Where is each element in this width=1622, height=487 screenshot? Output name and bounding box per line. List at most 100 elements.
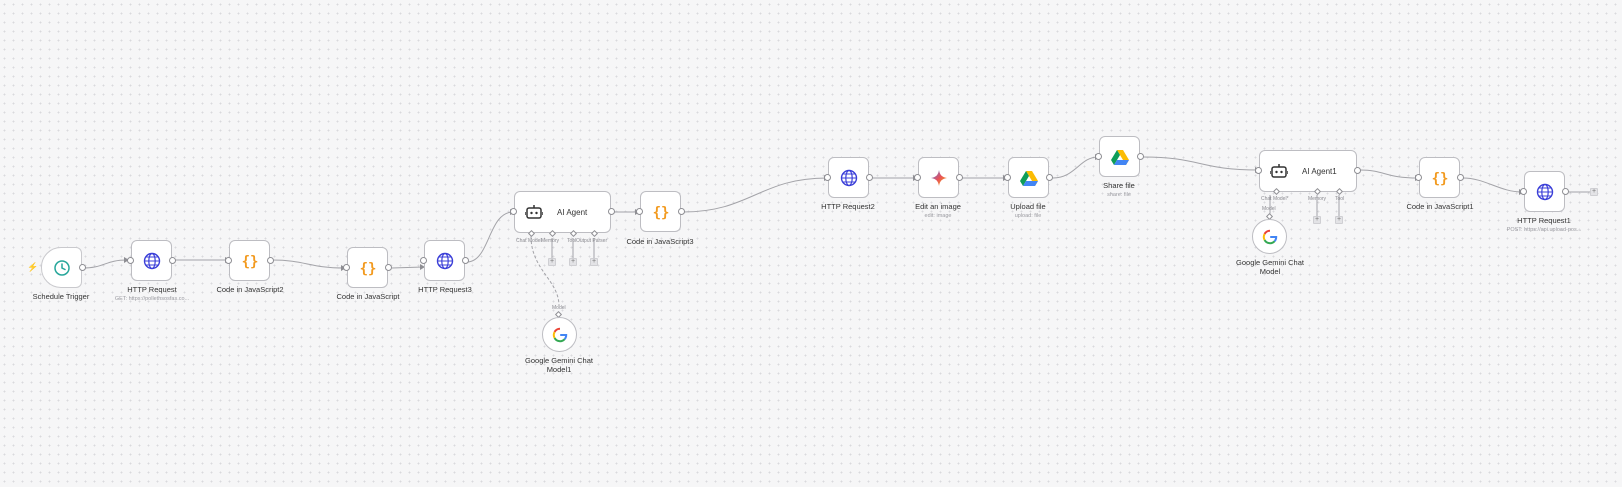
input-port[interactable] [1255, 167, 1262, 174]
node-google-gemini-chat-model[interactable] [1252, 219, 1287, 254]
output-port[interactable] [1562, 188, 1569, 195]
node-code-in-javascript3[interactable]: {} [640, 191, 681, 232]
node-code-in-javascript1[interactable]: {} [1419, 157, 1460, 198]
edge-share-agent1 [1142, 156, 1259, 171]
output-port[interactable] [1457, 174, 1464, 181]
port-label-chat-model: Chat Model* [1261, 196, 1289, 202]
node-http-request2[interactable] [828, 157, 869, 198]
add-tool-button[interactable]: + [569, 258, 577, 266]
output-port[interactable] [169, 257, 176, 264]
node-label: Code in JavaScript3 [626, 237, 694, 246]
google-drive-icon [1110, 149, 1129, 165]
edge-trigger-http [81, 259, 128, 269]
trigger-bolt-icon: ⚡ [27, 262, 39, 272]
node-upload-file[interactable] [1008, 157, 1049, 198]
input-port[interactable] [1004, 174, 1011, 181]
add-tool-button[interactable]: + [1335, 216, 1343, 224]
edge-code1-http1 [1462, 177, 1523, 193]
port-label-model: Model [552, 305, 566, 311]
output-port[interactable] [1046, 174, 1053, 181]
clock-icon [53, 259, 70, 276]
node-schedule-trigger[interactable] [41, 247, 82, 288]
port-label-memory: Memory [541, 238, 560, 244]
node-label: HTTP Request3 [418, 285, 472, 294]
node-subtitle: GET: https://pollethsosfas.co... [114, 296, 190, 302]
svg-text:{}: {} [359, 261, 376, 276]
output-port[interactable] [385, 264, 392, 271]
svg-text:{}: {} [652, 205, 669, 220]
input-port[interactable] [1520, 188, 1527, 195]
node-subtitle: upload: file [1014, 213, 1042, 219]
node-edit-an-image[interactable] [918, 157, 959, 198]
node-title: AI Agent [557, 207, 588, 217]
input-port[interactable] [824, 174, 831, 181]
code-braces-icon: {} [652, 205, 669, 220]
port-label-memory: Memory [1308, 196, 1327, 202]
input-port[interactable] [420, 257, 427, 264]
robot-icon [1270, 164, 1288, 178]
port-label-tool: Tool [567, 238, 577, 244]
edge-http3-agent [466, 211, 514, 263]
node-ai-agent1[interactable]: AI Agent1 [1259, 150, 1357, 192]
output-port[interactable] [267, 257, 274, 264]
node-ai-agent[interactable]: AI Agent [514, 191, 611, 233]
input-port[interactable] [127, 257, 134, 264]
output-port[interactable] [956, 174, 963, 181]
output-port[interactable] [79, 264, 86, 271]
node-label: Upload file [1010, 202, 1046, 211]
node-code-in-javascript2[interactable]: {} [229, 240, 270, 281]
node-label: HTTP Request1 [1517, 216, 1571, 225]
google-drive-icon [1019, 170, 1038, 186]
input-port[interactable] [1095, 153, 1102, 160]
port-label-tool: Tool [1335, 196, 1345, 202]
node-google-gemini-chat-model1[interactable] [542, 317, 577, 352]
svg-text:{}: {} [1431, 171, 1448, 186]
input-port[interactable] [1415, 174, 1422, 181]
edge-code2-code [271, 259, 345, 269]
output-port[interactable] [608, 208, 615, 215]
code-braces-icon: {} [1431, 171, 1448, 186]
globe-icon [840, 169, 857, 186]
node-label: Google Gemini Chat Model [1236, 258, 1304, 276]
input-port[interactable] [343, 264, 350, 271]
output-port[interactable] [1137, 153, 1144, 160]
google-icon [552, 327, 567, 342]
add-memory-button[interactable]: + [1313, 216, 1321, 224]
input-port[interactable] [636, 208, 643, 215]
node-http-request3[interactable] [424, 240, 465, 281]
edge-upload-share [1052, 156, 1099, 179]
node-http-request[interactable] [131, 240, 172, 281]
edge-code-http3 [391, 266, 424, 269]
node-subtitle: share: file [1107, 192, 1131, 198]
output-port[interactable] [678, 208, 685, 215]
add-node-button[interactable]: + [1590, 188, 1598, 196]
code-braces-icon: {} [241, 254, 258, 269]
workflow-canvas[interactable]: ⚡ Schedule Trigger HTTP Request GET: htt… [0, 0, 1622, 487]
input-port[interactable] [914, 174, 921, 181]
node-http-request1[interactable] [1524, 171, 1565, 212]
svg-text:{}: {} [241, 254, 258, 269]
node-title: AI Agent1 [1302, 166, 1337, 176]
gemini-sparkle-icon [930, 169, 947, 186]
node-label: Share file [1103, 181, 1135, 190]
globe-icon [1536, 183, 1553, 200]
port-label-chat-model: Chat Model [516, 238, 542, 244]
node-share-file[interactable] [1099, 136, 1140, 177]
input-port[interactable] [225, 257, 232, 264]
globe-icon [436, 252, 453, 269]
google-icon [1262, 229, 1277, 244]
output-port[interactable] [866, 174, 873, 181]
code-braces-icon: {} [359, 261, 376, 276]
edge-agent1-code1 [1359, 169, 1419, 179]
globe-icon [143, 252, 160, 269]
output-port[interactable] [1354, 167, 1361, 174]
node-subtitle: POST: https://api.upload-pos... [1506, 227, 1582, 233]
add-output-parser-button[interactable]: + [590, 258, 598, 266]
node-label: Google Gemini Chat Model1 [525, 356, 593, 374]
add-memory-button[interactable]: + [548, 258, 556, 266]
node-code-in-javascript[interactable]: {} [347, 247, 388, 288]
input-port[interactable] [510, 208, 517, 215]
node-label: Code in JavaScript1 [1406, 202, 1474, 211]
output-port[interactable] [462, 257, 469, 264]
edge-model1-agent [530, 235, 560, 307]
